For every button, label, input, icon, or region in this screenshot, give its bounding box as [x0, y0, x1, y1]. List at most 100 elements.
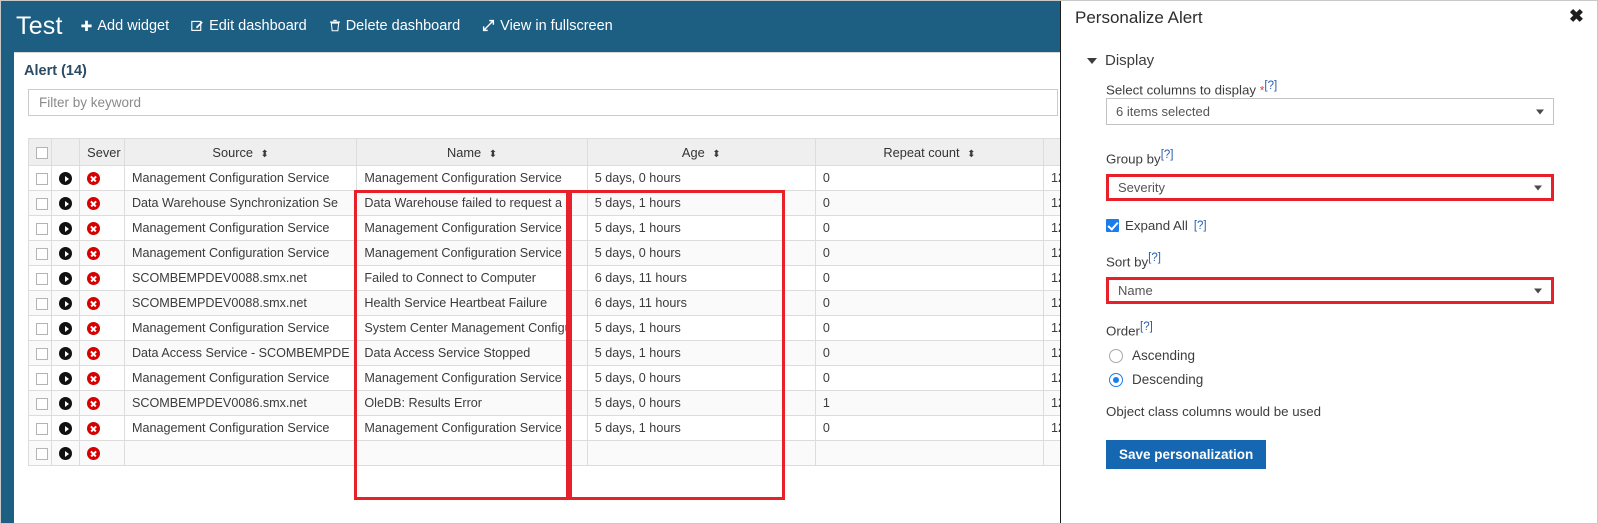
table-row[interactable]: SCOMBEMPDEV0088.smx.net Failed to Connect…: [28, 265, 1060, 291]
select-all-header[interactable]: [28, 138, 53, 166]
chevron-down-icon[interactable]: [1534, 288, 1542, 293]
expand-row-icon[interactable]: [59, 222, 73, 236]
expand-row-icon[interactable]: [59, 297, 73, 311]
row-select-cell[interactable]: [28, 390, 53, 416]
expand-row-icon[interactable]: [59, 397, 73, 411]
row-select-checkbox[interactable]: [36, 297, 48, 310]
row-expand-cell[interactable]: [51, 215, 81, 241]
expand-row-icon[interactable]: [59, 347, 73, 361]
column-header-age[interactable]: Age ⬍: [586, 138, 816, 166]
descending-radio[interactable]: [1109, 372, 1123, 387]
expand-row-icon[interactable]: [59, 447, 73, 461]
edit-square-icon: [191, 19, 204, 34]
row-expand-cell[interactable]: [51, 390, 81, 416]
sort-by-dropdown[interactable]: Name: [1106, 277, 1554, 304]
row-select-checkbox[interactable]: [36, 422, 48, 435]
select-all-checkbox[interactable]: [36, 147, 48, 160]
row-expand-cell[interactable]: [51, 190, 81, 216]
table-row[interactable]: Management Configuration Service Manageme…: [28, 240, 1060, 266]
expand-row-icon[interactable]: [59, 172, 73, 186]
table-row[interactable]: Data Access Service - SCOMBEMPDE Data Acc…: [28, 340, 1060, 366]
filter-by-keyword-input[interactable]: [28, 89, 1058, 116]
expand-row-icon[interactable]: [59, 322, 73, 336]
row-expand-cell[interactable]: [51, 265, 81, 291]
help-link[interactable]: [?]: [1140, 321, 1153, 333]
row-select-cell[interactable]: [28, 365, 53, 391]
expand-row-icon[interactable]: [59, 272, 73, 286]
table-row[interactable]: Management Configuration Service Manageme…: [28, 215, 1060, 241]
table-row[interactable]: Data Warehouse Synchronization Se Data Wa…: [28, 190, 1060, 216]
row-select-cell[interactable]: [28, 340, 53, 366]
table-row[interactable]: SCOMBEMPDEV0086.smx.net OleDB: Results Er…: [28, 390, 1060, 416]
display-section-header[interactable]: Display: [1087, 52, 1154, 69]
chevron-down-icon[interactable]: [1534, 185, 1542, 190]
row-select-checkbox[interactable]: [36, 447, 48, 460]
row-select-cell[interactable]: [28, 315, 53, 341]
row-expand-cell[interactable]: [51, 240, 81, 266]
row-select-cell[interactable]: [28, 190, 53, 216]
help-link[interactable]: [?]: [1148, 252, 1161, 264]
table-row[interactable]: SCOMBEMPDEV0088.smx.net Health Service He…: [28, 290, 1060, 316]
row-expand-cell[interactable]: [51, 340, 81, 366]
save-personalization-button[interactable]: Save personalization: [1106, 440, 1267, 469]
help-link[interactable]: [?]: [1194, 220, 1207, 232]
sort-arrows-icon[interactable]: ⬍: [712, 149, 720, 160]
row-select-cell[interactable]: [28, 215, 53, 241]
table-row[interactable]: [28, 440, 1060, 466]
view-fullscreen-button[interactable]: View in fullscreen: [482, 18, 613, 34]
row-select-checkbox[interactable]: [36, 372, 48, 385]
close-icon[interactable]: ✖: [1569, 7, 1584, 25]
row-expand-cell[interactable]: [51, 365, 81, 391]
row-select-checkbox[interactable]: [36, 347, 48, 360]
row-expand-cell[interactable]: [51, 165, 81, 191]
table-row[interactable]: Management Configuration Service System C…: [28, 315, 1060, 341]
help-link[interactable]: [?]: [1264, 80, 1277, 92]
alert-grid-scroll-region[interactable]: Sever Source ⬍ Name ⬍ Age ⬍ Repeat count…: [28, 138, 1060, 508]
column-header-repeat-count[interactable]: Repeat count ⬍: [814, 138, 1045, 166]
row-select-checkbox[interactable]: [36, 247, 48, 260]
expand-row-icon[interactable]: [59, 197, 73, 211]
order-option-ascending[interactable]: Ascending: [1109, 348, 1195, 363]
expand-row-icon[interactable]: [59, 247, 73, 261]
chevron-down-icon[interactable]: [1087, 57, 1097, 64]
row-select-checkbox[interactable]: [36, 322, 48, 335]
edit-dashboard-button[interactable]: Edit dashboard: [191, 18, 307, 34]
row-expand-cell[interactable]: [51, 440, 81, 466]
help-link[interactable]: [?]: [1161, 149, 1174, 161]
select-columns-dropdown[interactable]: 6 items selected: [1106, 98, 1554, 125]
row-expand-cell[interactable]: [51, 290, 81, 316]
sort-arrows-icon[interactable]: ⬍: [261, 149, 269, 160]
table-row[interactable]: Management Configuration Service Manageme…: [28, 415, 1060, 441]
row-select-cell[interactable]: [28, 290, 53, 316]
row-select-cell[interactable]: [28, 165, 53, 191]
group-by-dropdown[interactable]: Severity: [1106, 174, 1554, 201]
order-option-descending[interactable]: Descending: [1109, 372, 1203, 387]
row-select-cell[interactable]: [28, 240, 53, 266]
row-select-checkbox[interactable]: [36, 272, 48, 285]
ascending-radio[interactable]: [1109, 348, 1123, 363]
delete-dashboard-button[interactable]: Delete dashboard: [329, 18, 460, 34]
column-header-name[interactable]: Name ⬍: [356, 138, 588, 166]
expand-row-icon[interactable]: [59, 422, 73, 436]
row-select-cell[interactable]: [28, 265, 53, 291]
expand-row-icon[interactable]: [59, 372, 73, 386]
sort-arrows-icon[interactable]: ⬍: [967, 149, 975, 160]
row-expand-cell[interactable]: [51, 415, 81, 441]
chevron-down-icon[interactable]: [1536, 109, 1544, 114]
row-select-cell[interactable]: [28, 440, 53, 466]
column-header-source[interactable]: Source ⬍: [123, 138, 358, 166]
row-select-checkbox[interactable]: [36, 197, 48, 210]
column-header-severity[interactable]: Sever: [79, 138, 125, 166]
row-select-checkbox[interactable]: [36, 222, 48, 235]
add-widget-button[interactable]: ✚ Add widget: [81, 18, 169, 34]
row-select-checkbox[interactable]: [36, 172, 48, 185]
row-expand-cell[interactable]: [51, 315, 81, 341]
sort-arrows-icon[interactable]: ⬍: [489, 149, 497, 160]
expand-all-checkbox[interactable]: [1106, 219, 1119, 232]
column-header-last-modified[interactable]: La: [1043, 138, 1060, 166]
table-row[interactable]: Management Configuration Service Manageme…: [28, 365, 1060, 391]
table-row[interactable]: Management Configuration Service Manageme…: [28, 165, 1060, 191]
row-select-checkbox[interactable]: [36, 397, 48, 410]
expand-all-row[interactable]: Expand All [?]: [1106, 218, 1207, 233]
row-select-cell[interactable]: [28, 415, 53, 441]
